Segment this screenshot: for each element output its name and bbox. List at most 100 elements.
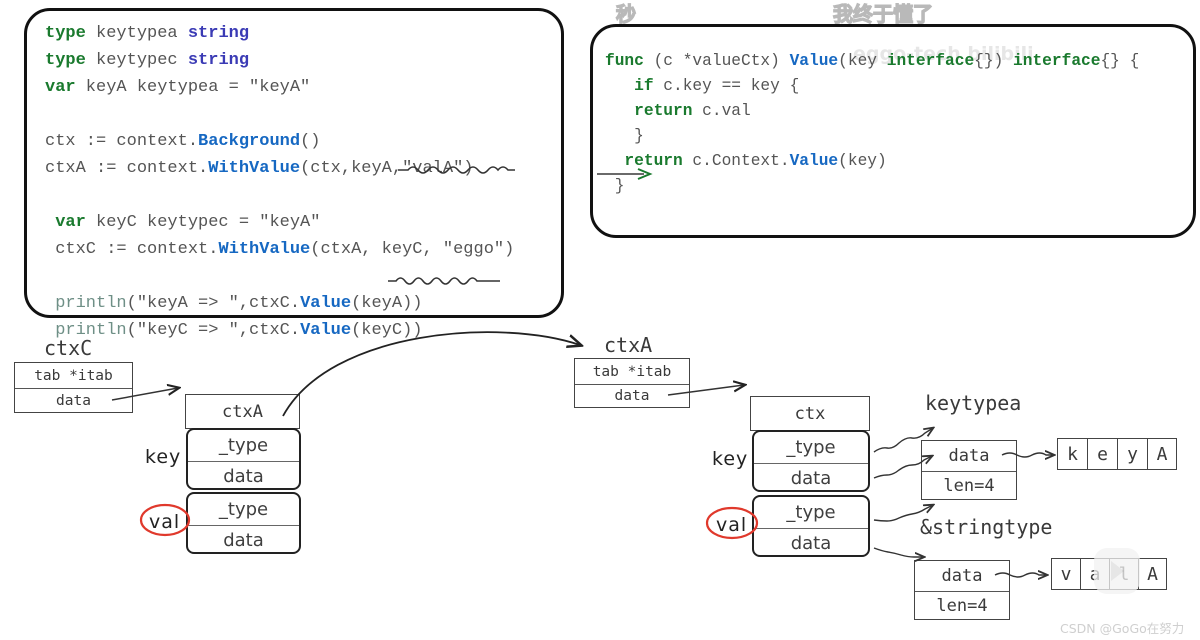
key-char-cell: A — [1147, 438, 1177, 470]
key-string-header-box: data len=4 — [921, 440, 1017, 500]
code-token: Background — [198, 132, 301, 151]
code-token: interface — [1013, 52, 1101, 70]
ctxa-val-data-row: data — [188, 525, 299, 554]
code-token: type — [45, 24, 86, 43]
code-left-lines: type keytypea string type keytypec string… — [27, 11, 561, 339]
ctxa-struct-header-box: ctxA — [185, 394, 300, 429]
code-token: keyC keytypec = "keyA" — [85, 213, 321, 232]
ctx-key-label: key — [712, 448, 749, 470]
ctxa-key-label: key — [145, 446, 182, 468]
ctxa-struct-header-label: ctxA — [222, 401, 263, 422]
ctxa-val-iface-box: _type data — [186, 492, 301, 554]
code-token: func — [605, 52, 644, 70]
code-block-right: eggo-tech bilibili func (c *valueCtx) Va… — [590, 24, 1196, 238]
code-token: (key) — [838, 152, 887, 170]
ctx-struct-header-box: ctx — [750, 396, 870, 431]
ctxa-val-label: val — [149, 511, 181, 533]
code-token: interface — [886, 52, 975, 70]
code-line: var keyC keytypec = "keyA" — [45, 214, 543, 241]
ctx-struct-header-label: ctx — [794, 403, 826, 424]
code-token: WithValue — [208, 159, 301, 178]
val-char-cell: A — [1138, 558, 1167, 590]
code-token: ("keyC => ",ctxC. — [126, 321, 301, 340]
code-token: string — [187, 51, 250, 70]
ctx-key-iface-box: _type data — [752, 430, 870, 492]
code-token: } — [605, 127, 644, 145]
code-token: (ctxA, keyC, "eggo") — [310, 240, 515, 259]
ctx-key-data-row: data — [754, 463, 868, 492]
ctxc-iface-box: tab *itab data — [14, 362, 133, 413]
ctx-val-iface-box: _type data — [752, 495, 870, 557]
code-token: {} { — [1100, 52, 1140, 70]
ctxc-row-itab: tab *itab — [34, 367, 113, 384]
code-token: WithValue — [218, 240, 311, 259]
key-string-len-row: len=4 — [922, 471, 1016, 499]
code-token: ctxC := context. — [45, 240, 219, 259]
code-line: println("keyC => ",ctxC.Value(keyC)) — [45, 322, 543, 349]
code-token: c.val — [692, 102, 751, 120]
code-token: string — [187, 24, 250, 43]
stringtype-label: &stringtype — [920, 515, 1053, 539]
val-string-data-row: data — [941, 566, 983, 586]
val-char-cell: v — [1051, 558, 1080, 590]
top-watermark-right: 我终于懂了 — [832, 1, 933, 26]
code-line: ctxC := context.WithValue(ctxA, keyC, "e… — [45, 241, 543, 268]
code-token: c.key == key { — [653, 77, 800, 95]
code-token: keytypec — [85, 51, 188, 70]
ctxa-val-type-row: _type — [218, 499, 269, 520]
ctxa-iface-title: ctxA — [604, 333, 653, 357]
code-token: Value — [300, 321, 352, 340]
ctxc-row-data: data — [15, 388, 132, 412]
ctxa-key-iface-box: _type data — [186, 428, 301, 490]
code-token: Value — [789, 52, 839, 70]
ctxc-title: ctxC — [44, 336, 93, 360]
code-token: var — [45, 213, 86, 232]
code-token: (keyA)) — [351, 294, 423, 313]
val-string-header-box: data len=4 — [914, 560, 1010, 620]
code-token: if — [605, 77, 654, 95]
ctxa-row-itab: tab *itab — [592, 363, 672, 380]
code-token: Value — [300, 294, 352, 313]
code-token: {}) — [974, 52, 1014, 70]
code-line: type keytypec string — [45, 52, 543, 79]
code-line: var keyA keytypea = "keyA" — [45, 79, 543, 106]
code-token: keyA keytypea = "keyA" — [75, 78, 311, 97]
ctx-val-label: val — [716, 514, 748, 536]
ctx-key-type-row: _type — [786, 437, 836, 458]
code-token: type — [45, 51, 86, 70]
ctxa-key-data-row: data — [188, 461, 299, 490]
code-right-lines: func (c *valueCtx) Value(key interface{}… — [593, 27, 1193, 235]
top-watermark-left: 秒 — [615, 1, 636, 26]
code-line: func (c *valueCtx) Value(key interface{}… — [605, 53, 1181, 78]
squiggle-valdata-to-val-string-header — [873, 547, 924, 557]
ctxa-key-type-row: _type — [218, 435, 269, 456]
play-button-watermark — [1094, 548, 1140, 594]
code-token: return — [605, 152, 683, 170]
code-token: (c *valueCtx) — [643, 52, 790, 70]
code-token: var — [45, 78, 76, 97]
code-block-left: type keytypea string type keytypec string… — [24, 8, 564, 339]
keytypea-label: keytypea — [925, 391, 1022, 415]
code-line: type keytypea string — [45, 25, 543, 52]
code-token: c.Context. — [682, 152, 790, 170]
code-token: (keyC)) — [351, 321, 423, 340]
code-token: Value — [789, 152, 839, 170]
ctxa-row-data: data — [575, 384, 689, 407]
key-char-array: k e y A — [1057, 438, 1177, 470]
code-token: (ctx,keyA,"valA") — [300, 159, 474, 178]
code-line: } — [605, 128, 1181, 153]
code-line: ctx := context.Background() — [45, 133, 543, 160]
val-string-len-row: len=4 — [915, 591, 1009, 619]
ctxa-iface-box: tab *itab data — [574, 358, 690, 408]
code-token: return — [605, 102, 693, 120]
key-char-cell: k — [1057, 438, 1087, 470]
diagram-canvas: 秒 我终于懂了 type keytypea string type keytype… — [0, 0, 1200, 640]
code-line: return c.val — [605, 103, 1181, 128]
code-token: ctxA := context. — [45, 159, 209, 178]
key-char-cell: y — [1117, 438, 1147, 470]
code-line: ctxA := context.WithValue(ctx,keyA,"valA… — [45, 160, 543, 187]
code-line: if c.key == key { — [605, 78, 1181, 103]
ctx-val-type-row: _type — [786, 502, 836, 523]
